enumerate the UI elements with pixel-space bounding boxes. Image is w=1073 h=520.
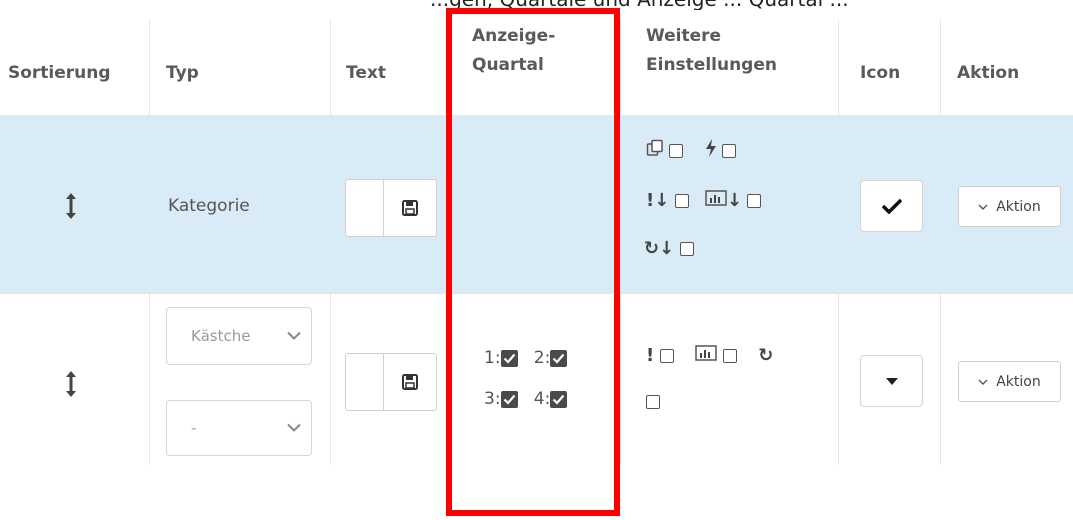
settings-line: ↻↓ (644, 238, 694, 259)
refresh-checkbox[interactable] (646, 395, 660, 409)
chart-checkbox[interactable] (722, 348, 737, 363)
arrow-down-icon: ↓ (726, 190, 743, 211)
header-aktion: Aktion (957, 63, 1020, 83)
exclamation-icon: ! (646, 345, 655, 366)
header-weitere-line2: Einstellungen (646, 55, 777, 75)
chart-icon (695, 345, 717, 366)
check-icon (881, 198, 902, 214)
text-input-group[interactable] (345, 353, 437, 411)
save-button[interactable] (384, 180, 436, 236)
header-icon: Icon (860, 63, 901, 83)
exclamation-checkbox[interactable] (659, 348, 674, 363)
exclamation-icon: ! (646, 190, 655, 211)
arrow-down-icon: ↓ (654, 190, 670, 211)
settings-line: ! ↻ (646, 345, 773, 366)
typ-select[interactable]: Kästche (166, 307, 312, 365)
chevron-down-icon (287, 331, 301, 340)
header-sortierung[interactable]: Sortierung (8, 61, 111, 85)
floppy-icon (402, 200, 418, 216)
refresh-icon: ↻ (644, 238, 660, 259)
save-button[interactable] (384, 354, 436, 410)
chart-down-checkbox[interactable] (747, 193, 762, 208)
refresh-down-checkbox[interactable] (679, 241, 694, 256)
exclamation-down-checkbox[interactable] (674, 193, 689, 208)
arrow-down-icon: ↓ (659, 238, 675, 259)
settings-line (646, 392, 660, 412)
chevron-down-icon (978, 204, 988, 210)
settings-line: !↓ ↓ (646, 190, 762, 211)
aktion-dropdown-button[interactable]: Aktion (958, 186, 1061, 227)
sort-handle-icon[interactable] (66, 193, 76, 219)
copy-checkbox[interactable] (669, 143, 684, 158)
refresh-icon: ↻ (758, 345, 774, 366)
aktion-dropdown-button[interactable]: Aktion (958, 361, 1061, 402)
typ-label: Kategorie (168, 196, 250, 216)
sub-select[interactable]: - (166, 400, 312, 456)
sort-handle-icon[interactable] (66, 371, 76, 397)
chevron-down-icon (978, 379, 988, 385)
caret-down-icon (885, 377, 898, 385)
icon-dropdown-button[interactable] (860, 355, 923, 407)
floppy-icon (402, 374, 418, 390)
text-input-group[interactable] (345, 179, 437, 237)
header-weitere-line1: Weitere (646, 26, 722, 46)
header-text[interactable]: Text (346, 61, 386, 85)
bolt-checkbox[interactable] (722, 143, 737, 158)
copy-icon (646, 139, 664, 162)
bolt-icon (705, 139, 717, 162)
settings-line (646, 139, 737, 162)
highlight-box (446, 8, 620, 516)
icon-select-button[interactable] (860, 180, 923, 232)
chart-icon (705, 190, 727, 211)
header-typ[interactable]: Typ (166, 61, 199, 85)
chevron-down-icon (287, 423, 301, 432)
